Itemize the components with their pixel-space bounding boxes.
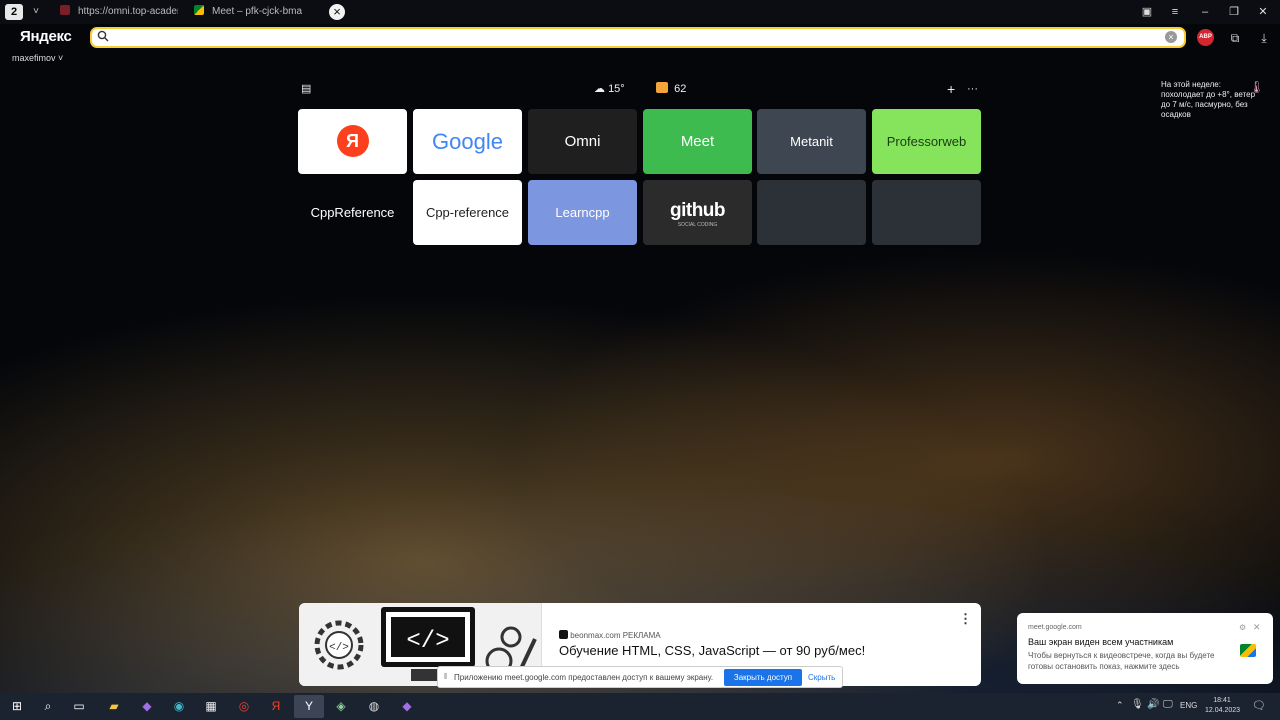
tile-professorweb[interactable]: Professorweb xyxy=(872,109,981,174)
tile-github[interactable]: github SOCIAL CODING xyxy=(643,180,752,245)
top-academy-icon xyxy=(60,5,70,15)
visual-studio-icon[interactable]: ◆ xyxy=(132,695,162,718)
microphone-icon[interactable]: 🎙 xyxy=(1131,699,1144,710)
add-tile-icon[interactable]: + xyxy=(947,80,955,98)
tile-omni[interactable]: Omni xyxy=(528,109,637,174)
github-sublabel: SOCIAL CODING xyxy=(677,222,718,228)
app-icon[interactable]: ◈ xyxy=(326,695,356,718)
tile-empty[interactable] xyxy=(757,180,866,245)
ad-source-label: beonmax.com РЕКЛАМА xyxy=(570,631,661,640)
minimize-icon[interactable]: – xyxy=(1191,0,1219,24)
clock[interactable]: 18:41 12.04.2023 xyxy=(1205,696,1241,716)
clock-date: 12.04.2023 xyxy=(1205,707,1241,714)
restore-icon[interactable]: ❐ xyxy=(1220,0,1248,24)
mail-widget[interactable]: 62 xyxy=(656,80,686,98)
search-box[interactable]: × xyxy=(90,27,1186,48)
mail-icon xyxy=(656,82,668,93)
yandex-browser-icon[interactable]: Y xyxy=(294,695,324,718)
obs-icon[interactable]: ◍ xyxy=(359,695,389,718)
google-meet-icon xyxy=(194,5,204,15)
edge-icon[interactable]: ◉ xyxy=(164,695,194,718)
chrome-icon[interactable]: ◎ xyxy=(229,695,259,718)
drag-handle-icon[interactable]: ⦀ xyxy=(444,672,448,682)
close-window-icon[interactable]: ✕ xyxy=(1249,0,1277,24)
tile-yandex[interactable]: Я xyxy=(298,109,407,174)
svg-text:</>: </> xyxy=(406,628,449,655)
visual-studio-icon[interactable]: ◆ xyxy=(392,695,422,718)
task-view-icon[interactable]: ▭ xyxy=(64,695,94,718)
hide-share-bar-button[interactable]: Скрыть xyxy=(808,673,835,682)
yandex-icon: Я xyxy=(336,125,369,157)
tile-metanit[interactable]: Metanit xyxy=(757,109,866,174)
close-notification-icon[interactable]: ✕ xyxy=(1253,622,1261,633)
tile-cppreference[interactable]: CppReference xyxy=(298,180,407,245)
notification-source: meet.google.com xyxy=(1028,624,1082,631)
tile-google[interactable]: Google xyxy=(413,109,522,174)
tab-meet[interactable]: Meet – pfk-cjck-bma xyxy=(194,0,314,24)
beonmax-icon xyxy=(559,630,568,639)
thermometer-icon: 🌡 xyxy=(1249,80,1265,94)
language-indicator[interactable]: ENG xyxy=(1180,701,1197,710)
cloud-icon: ☁ xyxy=(594,83,605,95)
search-taskbar-icon[interactable]: ⌕ xyxy=(33,695,63,718)
weather-forecast-note[interactable]: На этой неделе: похолодает до +8°, ветер… xyxy=(1161,80,1261,120)
search-input[interactable] xyxy=(116,30,1156,45)
google-meet-icon xyxy=(1240,644,1256,657)
settings-icon[interactable]: ⚙ xyxy=(1239,623,1246,632)
start-icon[interactable]: ⊞ xyxy=(2,695,32,718)
tile-learncpp[interactable]: Learncpp xyxy=(528,180,637,245)
bookmarks-icon[interactable]: ▣ xyxy=(1133,0,1161,24)
tile-empty[interactable] xyxy=(872,180,981,245)
tile-meet[interactable]: Meet xyxy=(643,109,752,174)
clear-search-icon[interactable]: × xyxy=(1165,31,1177,43)
more-options-icon[interactable]: ··· xyxy=(967,80,978,98)
tabs-menu-chevron-icon[interactable]: ˅ xyxy=(28,3,44,21)
share-bar-text: Приложению meet.google.com предоставлен … xyxy=(454,673,714,682)
weather-widget[interactable]: ☁ 15° xyxy=(594,80,625,98)
menu-icon[interactable]: ≡ xyxy=(1161,0,1189,24)
weather-temp: 15° xyxy=(608,83,625,95)
file-explorer-icon[interactable]: ▰ xyxy=(99,695,129,718)
volume-icon[interactable]: 🔊 xyxy=(1147,699,1159,710)
ad-title[interactable]: Обучение HTML, CSS, JavaScript — от 90 р… xyxy=(559,643,865,658)
collections-icon[interactable]: ⧉ xyxy=(1225,28,1245,48)
ad-source: beonmax.com РЕКЛАМА xyxy=(559,630,661,640)
tab-omni[interactable]: https://omni.top-academy.ru xyxy=(60,0,178,24)
user-account-link[interactable]: maxefimov ˅ xyxy=(12,53,63,63)
ad-menu-icon[interactable]: ⋮ xyxy=(959,611,972,627)
show-hidden-icons[interactable]: ⌃ xyxy=(1116,700,1124,711)
adblock-plus-icon[interactable]: ABP xyxy=(1197,29,1214,46)
mail-count: 62 xyxy=(674,83,687,95)
notification-title: Ваш экран виден всем участникам xyxy=(1028,637,1174,647)
meet-notification[interactable]: meet.google.com ⚙ ✕ Ваш экран виден всем… xyxy=(1017,613,1273,684)
downloads-icon[interactable]: ⤓ xyxy=(1254,28,1274,48)
yandex-logo[interactable]: Яндекс xyxy=(20,28,72,45)
screen-share-bar: ⦀ Приложению meet.google.com предоставле… xyxy=(437,666,843,688)
svg-text:</>: </> xyxy=(329,642,349,654)
network-icon[interactable]: 🖵 xyxy=(1163,699,1173,710)
yandex-icon[interactable]: Я xyxy=(261,695,291,718)
tab-title: Meet – pfk-cjck-bma xyxy=(212,6,303,17)
tab-title: https://omni.top-academy.ru xyxy=(78,6,178,17)
stop-sharing-button[interactable]: Закрыть доступ xyxy=(724,669,802,686)
close-tab-icon[interactable]: × xyxy=(329,4,345,20)
notifications-icon[interactable]: 🗨 xyxy=(1252,699,1266,712)
github-label: github xyxy=(669,200,726,221)
clock-time: 18:41 xyxy=(1213,697,1231,704)
tile-cpp-reference[interactable]: Cpp-reference xyxy=(413,180,522,245)
title-bar xyxy=(0,0,1280,24)
gallery-icon[interactable]: ▤ xyxy=(301,80,311,98)
tab-counter[interactable]: 2 xyxy=(5,4,23,20)
store-icon[interactable]: ▦ xyxy=(196,695,226,718)
search-icon xyxy=(97,30,111,44)
notification-body: Чтобы вернуться к видеовстрече, когда вы… xyxy=(1028,651,1215,671)
